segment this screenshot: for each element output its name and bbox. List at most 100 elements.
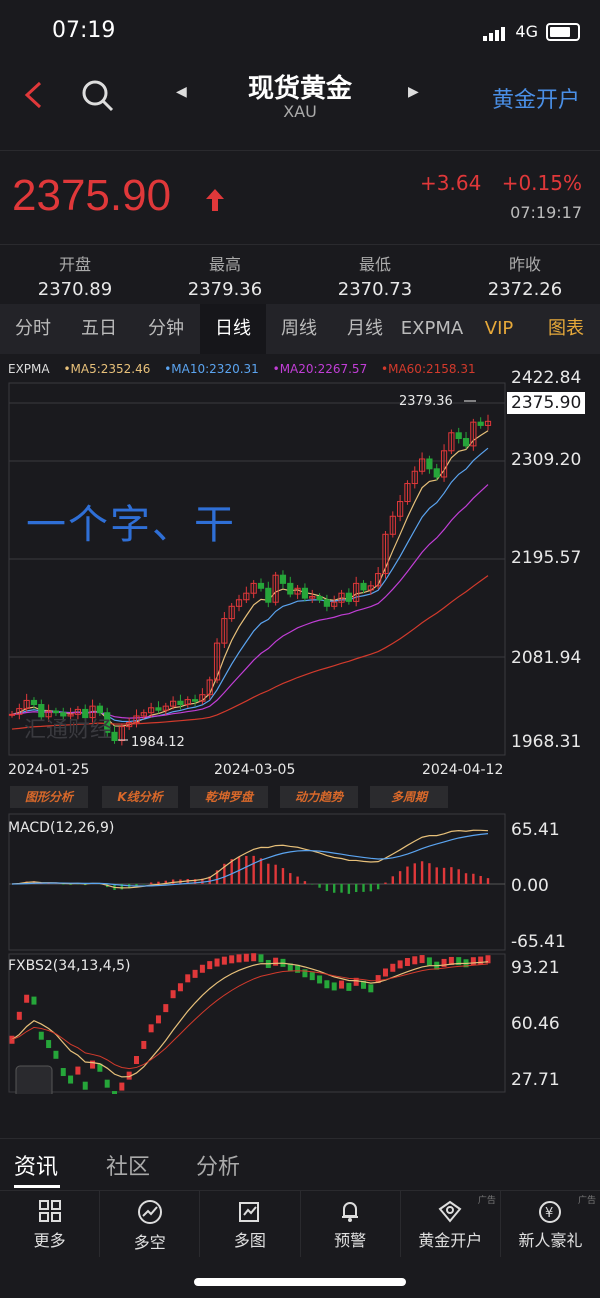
nav-open-account[interactable]: 广告 黄金开户	[401, 1191, 501, 1257]
fxbs-bar	[24, 994, 30, 1003]
fxbs-tick: 27.71	[511, 1070, 560, 1090]
battery-icon	[546, 22, 580, 41]
tool-multi-period[interactable]: 多周期	[370, 786, 448, 808]
candle-body	[191, 699, 199, 702]
candle-body	[279, 574, 287, 584]
fxbs-bar	[346, 982, 352, 991]
macd-tick: 65.41	[511, 820, 560, 840]
candle-body	[30, 699, 38, 706]
fxbs-line-2	[11, 963, 489, 1070]
stat-high: 最高 2379.36	[187, 255, 263, 300]
app-header: ◀ 现货黄金 XAU ▶ 黄金开户	[0, 66, 600, 150]
tab-minute[interactable]: 分钟	[132, 304, 200, 354]
fxbs-bar	[236, 954, 242, 963]
tab-community[interactable]: 社区	[106, 1149, 150, 1181]
tab-five-day[interactable]: 五日	[66, 304, 132, 354]
tab-chart-settings[interactable]: 图表	[532, 304, 600, 354]
fxbs-bar	[412, 956, 418, 965]
yuan-bag-icon: ¥	[539, 1201, 562, 1223]
candle-body	[455, 432, 462, 440]
tab-news[interactable]: 资讯	[14, 1149, 58, 1181]
fxbs-line-1	[11, 961, 489, 1078]
fxbs-bar	[38, 1031, 44, 1040]
stat-prev-close: 昨收 2372.26	[487, 255, 563, 300]
tool-momentum[interactable]: 动力趋势	[280, 786, 358, 808]
ma10-line	[11, 447, 489, 723]
fxbs-bar	[331, 982, 337, 991]
nav-new-user-gift[interactable]: 广告 ¥ 新人豪礼	[501, 1191, 600, 1257]
legend-ma10: •MA10:2320.31	[164, 362, 259, 376]
fxbs-bar	[273, 957, 279, 966]
tool-kline-analysis[interactable]: K线分析	[102, 786, 178, 808]
fxbs-bar	[112, 1091, 118, 1094]
tab-monthly[interactable]: 月线	[332, 304, 398, 354]
fxbs-frame	[8, 953, 506, 1093]
fxbs-bar	[46, 1040, 52, 1049]
nav-more[interactable]: 更多	[0, 1191, 101, 1257]
fxbs-bar	[229, 955, 235, 964]
fxbs-bar	[382, 968, 388, 977]
legend-ma5: •MA5:2352.46	[63, 362, 151, 376]
tab-expma[interactable]: EXPMA	[398, 304, 466, 354]
fxbs-bar	[141, 1040, 147, 1049]
macd-chart[interactable]	[0, 812, 600, 952]
candle-body	[360, 582, 367, 591]
quote-time: 07:19:17	[510, 203, 582, 222]
fxbs-chart[interactable]	[0, 952, 600, 1094]
status-bar: 07:19 4G	[0, 0, 600, 66]
ad-badge: 广告	[477, 1196, 496, 1206]
tool-compass[interactable]: 乾坤罗盘	[190, 786, 268, 808]
candle-body	[426, 458, 433, 470]
fxbs-bar	[419, 955, 425, 964]
kline-frame	[8, 382, 506, 756]
fxbs-bar	[104, 1079, 110, 1088]
nav-multi-chart[interactable]: 多图	[200, 1191, 301, 1257]
tool-pattern-analysis[interactable]: 图形分析	[10, 786, 88, 808]
fxbs-bar	[317, 975, 323, 984]
fxbs-bar	[478, 956, 484, 965]
quote-panel: 2375.90 +3.64 +0.15% 07:19:17	[0, 150, 600, 245]
fxbs-bar	[470, 957, 476, 966]
y-tick: 1968.31	[511, 732, 582, 752]
fxbs-bar	[68, 1075, 74, 1084]
macd-tick: -65.41	[511, 932, 566, 952]
candle-body	[8, 713, 16, 716]
tab-daily[interactable]: 日线	[200, 304, 266, 354]
tab-intraday[interactable]: 分时	[0, 304, 66, 354]
multi-chart-icon	[238, 1202, 259, 1222]
candle-body	[462, 438, 470, 447]
kline-chart[interactable]: 2379.36 1984.12	[0, 380, 600, 760]
candle-body	[433, 468, 440, 478]
ad-badge: 广告	[578, 1196, 597, 1206]
tab-vip[interactable]: VIP	[466, 304, 532, 354]
candle-body	[323, 599, 330, 607]
candle-body	[301, 587, 309, 599]
stat-low: 最低 2370.73	[337, 255, 413, 300]
gift-badge-icon	[438, 1200, 462, 1223]
ma60-line	[11, 575, 489, 730]
tab-analysis[interactable]: 分析	[196, 1149, 240, 1181]
next-instrument-icon[interactable]: ▶	[408, 84, 419, 100]
fxbs-bar	[214, 958, 220, 967]
fxbs-bar	[75, 1066, 81, 1075]
nav-alert[interactable]: 预警	[301, 1191, 401, 1257]
high-label: 2379.36	[399, 394, 453, 409]
tab-weekly[interactable]: 周线	[266, 304, 332, 354]
candle-body	[177, 700, 184, 706]
home-indicator	[194, 1278, 406, 1286]
open-account-link[interactable]: 黄金开户	[492, 82, 580, 114]
tab-underline	[14, 1185, 60, 1188]
quote-stats: 开盘 2370.89 最高 2379.36 最低 2370.73 昨收 2372.26	[0, 244, 600, 305]
candle-body	[155, 707, 162, 711]
fxbs-bar	[426, 957, 432, 966]
fxbs-bar	[82, 1081, 88, 1090]
macd-dea-line	[11, 833, 489, 887]
nav-long-short[interactable]: 多空	[100, 1191, 201, 1257]
fxbs-bar	[192, 969, 198, 978]
fxbs-bar	[31, 996, 37, 1005]
fxbs-bar	[163, 1004, 169, 1013]
fxbs-bar	[155, 1015, 161, 1024]
fxbs-bar	[368, 984, 374, 993]
fxbs-bar	[404, 958, 410, 967]
signal-icon	[483, 22, 507, 41]
